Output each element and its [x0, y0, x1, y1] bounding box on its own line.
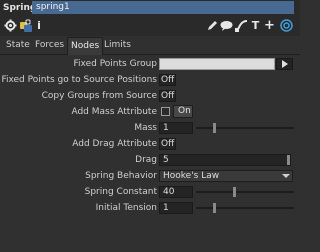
row-add-drag-attr: Add Drag Attribute Off — [0, 137, 300, 151]
row-drag: Drag 5 — [0, 153, 300, 167]
row-initial-tension: Initial Tension 1 — [0, 201, 300, 215]
mass-field[interactable]: 1 — [159, 122, 193, 134]
spring-constant-field[interactable]: 40 — [159, 186, 193, 198]
tab-state[interactable]: State — [3, 37, 33, 54]
fixed-to-source-label: Fixed Points go to Source Positions — [1, 75, 157, 85]
row-fixed-to-source: Fixed Points go to Source Positions Off — [0, 73, 300, 87]
initial-tension-field[interactable]: 1 — [159, 202, 193, 214]
add-mass-attr-on-button[interactable]: On — [173, 105, 193, 118]
row-fixed-points-group: Fixed Points Group — [0, 57, 300, 71]
initial-tension-slider-handle[interactable] — [213, 203, 216, 213]
wire-icon[interactable] — [235, 18, 248, 33]
spring-constant-slider-handle[interactable] — [233, 187, 236, 197]
spring-behavior-label: Spring Behavior — [85, 171, 157, 181]
spring-constant-label: Spring Constant — [84, 187, 157, 197]
add-mass-attr-checkbox[interactable] — [161, 107, 170, 116]
toolbar: i T + — [0, 16, 300, 36]
row-add-mass-attr: Add Mass Attribute On — [0, 105, 300, 119]
drag-field[interactable]: 5 — [159, 154, 291, 166]
target-icon[interactable] — [279, 18, 293, 33]
fixed-to-source-toggle[interactable]: Off — [159, 74, 176, 86]
initial-tension-label: Initial Tension — [95, 203, 157, 213]
tab-forces[interactable]: Forces — [32, 37, 67, 54]
add-drag-attr-label: Add Drag Attribute — [72, 139, 157, 149]
drag-slider-handle[interactable] — [287, 155, 290, 165]
tab-bar: State Forces Nodes Limits — [0, 37, 300, 55]
row-mass: Mass 1 — [0, 121, 300, 135]
pencil-icon[interactable] — [206, 18, 218, 33]
tab-limits[interactable]: Limits — [101, 37, 134, 54]
group-menu-button[interactable] — [276, 58, 293, 70]
gear-icon[interactable] — [3, 18, 17, 33]
plus-icon[interactable]: + — [264, 18, 275, 33]
add-drag-attr-toggle[interactable]: Off — [159, 138, 176, 150]
row-spring-constant: Spring Constant 40 — [0, 185, 300, 199]
python-lock-icon[interactable] — [19, 18, 33, 33]
title-bar: Spring spring1 — [0, 0, 300, 16]
mass-slider-handle[interactable] — [213, 123, 216, 133]
chevron-down-icon[interactable] — [281, 172, 291, 180]
copy-groups-label: Copy Groups from Source — [41, 91, 157, 101]
spring-behavior-dropdown[interactable]: Hooke's Law — [159, 170, 293, 182]
drag-label: Drag — [135, 155, 157, 165]
tab-nodes[interactable]: Nodes — [67, 37, 104, 55]
mass-label: Mass — [134, 123, 157, 133]
mass-slider-track[interactable] — [196, 127, 294, 129]
node-name-field[interactable]: spring1 — [32, 1, 294, 14]
info-icon[interactable]: i — [35, 18, 43, 33]
comment-icon[interactable] — [220, 18, 233, 33]
row-copy-groups: Copy Groups from Source Off — [0, 89, 300, 103]
copy-groups-toggle[interactable]: Off — [159, 90, 176, 102]
fixed-points-group-label: Fixed Points Group — [73, 59, 157, 69]
row-spring-behavior: Spring Behavior Hooke's Law — [0, 169, 300, 183]
spring-constant-slider-track[interactable] — [196, 191, 294, 193]
add-mass-attr-label: Add Mass Attribute — [71, 107, 157, 117]
initial-tension-slider-track[interactable] — [196, 207, 294, 209]
text-icon[interactable]: T — [250, 18, 261, 33]
fixed-points-group-field[interactable] — [159, 58, 275, 70]
